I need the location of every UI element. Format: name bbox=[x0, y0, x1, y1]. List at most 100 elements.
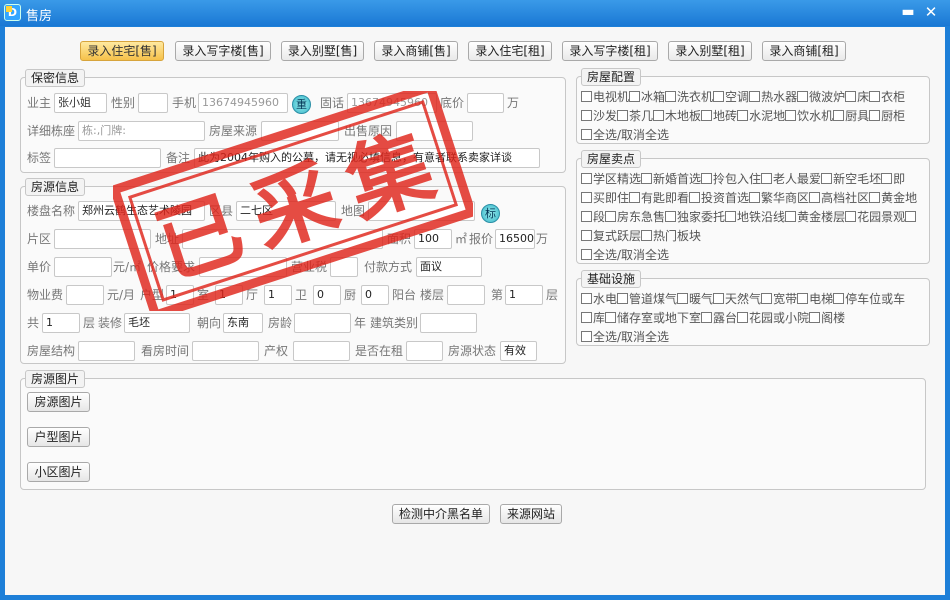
tab-shop-sale[interactable]: 录入商铺[售] bbox=[374, 41, 458, 61]
checkbox-option[interactable]: 学区精选 bbox=[581, 170, 641, 189]
tab-shop-rent[interactable]: 录入商铺[租] bbox=[762, 41, 846, 61]
checkbox-option[interactable]: 新空毛坯 bbox=[821, 170, 881, 189]
checkbox-option[interactable]: 库 bbox=[581, 309, 605, 328]
map-tag-button[interactable]: 标 bbox=[481, 204, 500, 223]
checkbox-box[interactable] bbox=[833, 110, 845, 121]
checkbox-option[interactable]: 沙发 bbox=[581, 107, 617, 126]
checkbox-option[interactable]: 电视机 bbox=[581, 88, 629, 107]
checkbox-option[interactable]: 复式跃层 bbox=[581, 227, 641, 246]
checkbox-box[interactable] bbox=[701, 173, 713, 184]
checkbox-option[interactable]: 买即住 bbox=[581, 189, 629, 208]
checkbox-box[interactable] bbox=[617, 293, 629, 304]
checkbox-box[interactable] bbox=[605, 312, 617, 323]
checkbox-box[interactable] bbox=[629, 192, 641, 203]
structure-select[interactable] bbox=[78, 341, 135, 361]
checkbox-option[interactable]: 电梯 bbox=[797, 290, 833, 309]
checkbox-option[interactable]: 水电 bbox=[581, 290, 617, 309]
estate-field[interactable]: 郑州云鹤生态艺术陵园 bbox=[78, 201, 205, 221]
checkbox-box[interactable] bbox=[761, 293, 773, 304]
minimize-button[interactable]: ▬ bbox=[899, 4, 917, 22]
checkbox-option[interactable]: 管道煤气 bbox=[617, 290, 677, 309]
checkbox-box[interactable] bbox=[581, 173, 592, 184]
checkbox-box[interactable] bbox=[665, 211, 677, 222]
tag-field[interactable] bbox=[54, 148, 161, 168]
checkbox-box[interactable] bbox=[797, 293, 809, 304]
checkbox-box[interactable] bbox=[785, 211, 797, 222]
payment-select[interactable]: 面议 bbox=[416, 257, 482, 277]
viewing-time-field[interactable] bbox=[192, 341, 259, 361]
floor-no-field[interactable]: 1 bbox=[505, 285, 543, 305]
checkbox-box[interactable] bbox=[869, 91, 881, 102]
address-field[interactable]: 栋:,门牌: bbox=[78, 121, 205, 141]
checkbox-box[interactable] bbox=[881, 173, 893, 184]
checkbox-box[interactable] bbox=[581, 230, 592, 241]
checkbox-option[interactable]: 天然气 bbox=[713, 290, 761, 309]
checkbox-option[interactable]: 水泥地 bbox=[737, 107, 785, 126]
checkbox-option[interactable]: 高档社区 bbox=[809, 189, 869, 208]
checkbox-box[interactable] bbox=[701, 110, 713, 121]
checkbox-box[interactable] bbox=[581, 211, 592, 222]
checkbox-option[interactable]: 储存室或地下室 bbox=[605, 309, 701, 328]
rooms-field[interactable]: 1 bbox=[166, 285, 194, 305]
checkbox-box[interactable] bbox=[629, 91, 641, 102]
checkbox-option[interactable]: 有匙即看 bbox=[629, 189, 689, 208]
checkbox-box[interactable] bbox=[869, 110, 881, 121]
checkbox-box[interactable] bbox=[713, 293, 725, 304]
checkbox-option[interactable]: 地砖 bbox=[701, 107, 737, 126]
halls-field[interactable]: 1 bbox=[215, 285, 243, 305]
facing-select[interactable]: 东南 bbox=[223, 313, 263, 333]
checkbox-box[interactable] bbox=[785, 110, 797, 121]
checkbox-option[interactable]: 冰箱 bbox=[629, 88, 665, 107]
checkbox-box[interactable] bbox=[605, 211, 617, 222]
checkbox-option[interactable]: 空调 bbox=[713, 88, 749, 107]
close-button[interactable]: ✕ bbox=[922, 4, 940, 22]
checkbox-option[interactable]: 暖气 bbox=[677, 290, 713, 309]
total-floors-field[interactable]: 1 bbox=[42, 313, 80, 333]
checkbox-box[interactable] bbox=[905, 211, 917, 222]
gender-field[interactable] bbox=[138, 93, 168, 113]
checkbox-option[interactable]: 茶几 bbox=[617, 107, 653, 126]
map-field[interactable] bbox=[368, 201, 475, 221]
mgmt-fee-field[interactable] bbox=[66, 285, 104, 305]
checkbox-option[interactable]: 洗衣机 bbox=[665, 88, 713, 107]
checkbox-box[interactable] bbox=[749, 192, 761, 203]
tax-field[interactable] bbox=[330, 257, 358, 277]
checkbox-box[interactable] bbox=[581, 331, 592, 342]
floor-field[interactable] bbox=[447, 285, 485, 305]
checkbox-option[interactable]: 厨具 bbox=[833, 107, 869, 126]
select-all-checkbox[interactable]: 全选/取消全选 bbox=[581, 246, 669, 265]
checkbox-option[interactable]: 黄金楼层 bbox=[785, 208, 845, 227]
checkbox-option[interactable]: 花园或小院 bbox=[737, 309, 809, 328]
checkbox-option[interactable]: 热水器 bbox=[749, 88, 797, 107]
checkbox-option[interactable]: 木地板 bbox=[653, 107, 701, 126]
tab-residential-sale[interactable]: 录入住宅[售] bbox=[80, 41, 164, 61]
checkbox-box[interactable] bbox=[653, 110, 665, 121]
select-all-checkbox[interactable]: 全选/取消全选 bbox=[581, 126, 669, 145]
checkbox-option[interactable]: 投资首选 bbox=[689, 189, 749, 208]
source-field[interactable] bbox=[261, 121, 339, 141]
listing-photo-button[interactable]: 房源图片 bbox=[27, 392, 90, 412]
price-req-field[interactable] bbox=[199, 257, 287, 277]
checkbox-option[interactable]: 新婚首选 bbox=[641, 170, 701, 189]
checkbox-option[interactable]: 床 bbox=[845, 88, 869, 107]
checkbox-option[interactable]: 微波炉 bbox=[797, 88, 845, 107]
checkbox-option[interactable]: 地铁沿线 bbox=[725, 208, 785, 227]
checkbox-option[interactable]: 繁华商区 bbox=[749, 189, 809, 208]
unit-price-field[interactable] bbox=[54, 257, 112, 277]
building-type-select[interactable] bbox=[420, 313, 477, 333]
checkbox-box[interactable] bbox=[725, 211, 737, 222]
checkbox-box[interactable] bbox=[833, 293, 845, 304]
tab-office-sale[interactable]: 录入写字楼[售] bbox=[175, 41, 271, 61]
checkbox-box[interactable] bbox=[665, 91, 677, 102]
checkbox-option[interactable]: 停车位或车 bbox=[833, 290, 905, 309]
base-price-field[interactable] bbox=[467, 93, 504, 113]
checkbox-box[interactable] bbox=[737, 110, 749, 121]
checkbox-option[interactable]: 老人最爱 bbox=[761, 170, 821, 189]
checkbox-option[interactable]: 衣柜 bbox=[869, 88, 905, 107]
balcony-field[interactable]: 0 bbox=[361, 285, 389, 305]
community-photo-button[interactable]: 小区图片 bbox=[27, 462, 90, 482]
checkbox-box[interactable] bbox=[845, 91, 857, 102]
status-select[interactable]: 有效 bbox=[500, 341, 537, 361]
checkbox-option[interactable] bbox=[905, 208, 917, 227]
checkbox-box[interactable] bbox=[617, 110, 629, 121]
